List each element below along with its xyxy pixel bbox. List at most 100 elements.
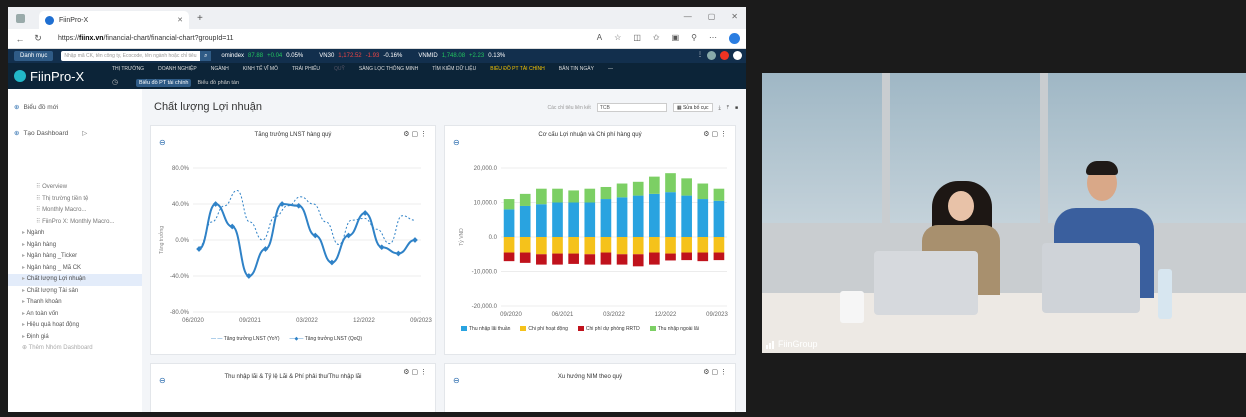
sidebar-item[interactable]: ⠿ FiinPro X: Monthly Macro... xyxy=(8,217,142,229)
card-settings-icon[interactable]: ⚙ ▢ ⋮ xyxy=(403,368,427,376)
sidebar-item[interactable]: ▸ Chất lượng Lợi nhuận xyxy=(8,274,142,286)
new-chart-button[interactable]: ⊕ Biểu đồ mới xyxy=(14,103,58,112)
favorite-star-icon[interactable]: ☆ xyxy=(614,33,621,44)
linked-indicators-label: Các chỉ tiêu liên kết xyxy=(547,104,591,111)
user-avatar[interactable] xyxy=(733,51,742,60)
menu-item[interactable]: BẢN TIN NGÀY xyxy=(559,66,594,72)
bar-segment xyxy=(713,188,725,201)
menu-item[interactable]: QUỸ xyxy=(334,66,345,72)
x-tick-label: 09/2021 xyxy=(239,318,261,324)
fiinpro-logo-icon xyxy=(14,70,26,82)
linked-ticker-input[interactable]: TCB xyxy=(596,103,667,112)
bar-segment xyxy=(632,254,644,267)
ticker-gap xyxy=(307,53,315,59)
edit-layout-button[interactable]: ▦ Sửa bố cục xyxy=(672,103,713,112)
menu-item[interactable]: TÌM KIẾM DỮ LIỆU xyxy=(432,66,476,72)
bar-segment xyxy=(697,199,709,237)
bar-segment xyxy=(536,204,547,237)
split-screen-icon[interactable]: ◫ xyxy=(633,33,641,44)
sidebar-item[interactable]: ▸ Định giá xyxy=(8,332,142,344)
clock-icon[interactable]: ◷ xyxy=(112,78,118,86)
back-icon[interactable]: ← xyxy=(14,34,26,44)
close-window-icon[interactable]: ✕ xyxy=(731,12,738,21)
submenu-tab[interactable]: Biểu đồ PT tài chính xyxy=(136,79,192,87)
download-icon[interactable]: ⤓ xyxy=(719,105,721,111)
expand-arrow-icon: ⊕ xyxy=(22,345,29,351)
sidebar-item[interactable]: ⠿ Monthly Macro... xyxy=(8,205,142,217)
new-tab-icon[interactable]: + xyxy=(197,13,203,24)
danh-muc-button[interactable]: Danh mục xyxy=(14,51,54,61)
chart-legend: Thu nhập lãi thuần Chi phí hoạt động Chi… xyxy=(461,326,731,332)
bar-segment xyxy=(568,253,579,264)
more-tools-icon[interactable]: ⋮ xyxy=(697,51,703,60)
sidebar-item[interactable]: ▸ Ngành xyxy=(8,228,142,240)
menu-item[interactable]: NGÀNH xyxy=(211,66,229,72)
sidebar-item-label: FiinPro X: Monthly Macro... xyxy=(42,218,115,225)
menu-item[interactable]: TRÁI PHIẾU xyxy=(292,66,320,72)
fiinpro-logo[interactable]: FiinPro-X xyxy=(14,69,112,84)
bar-segment xyxy=(600,186,612,200)
legend-item-qoq: —◆— Tăng trưởng LNST (QoQ) xyxy=(289,336,363,342)
bar-segment xyxy=(503,199,515,210)
stock-search-input[interactable]: Nhập mã CK, tên công ty, Ecocode, tên ng… xyxy=(61,51,212,61)
read-aloud-icon[interactable]: A xyxy=(597,33,602,44)
link-icon[interactable]: ⊖ xyxy=(159,376,166,385)
sidebar-item-label: Monthly Macro... xyxy=(42,207,87,213)
bar-segment xyxy=(584,254,596,265)
sidebar-item-label: Thêm Nhóm Dashboard xyxy=(28,345,93,351)
sidebar-item[interactable]: ▸ Thanh khoản xyxy=(8,297,142,309)
menu-item[interactable]: THỊ TRƯỜNG xyxy=(112,66,144,72)
bar-segment xyxy=(697,183,709,200)
submenu-tab[interactable]: Biểu đồ phân tán xyxy=(197,80,239,86)
menu-item[interactable]: DOANH NGHIỆP xyxy=(158,66,197,72)
x-tick-label: 03/2022 xyxy=(603,312,625,318)
card-settings-icon[interactable]: ⚙ ▢ ⋮ xyxy=(703,368,727,376)
close-tab-icon[interactable]: ✕ xyxy=(177,16,183,24)
sidebar-item[interactable]: ⠿ Thị trường tiền tệ xyxy=(8,194,142,206)
sidebar-item[interactable]: ▸ An toàn vốn xyxy=(8,309,142,321)
collections-icon[interactable]: ▣ xyxy=(672,33,680,44)
language-icon[interactable] xyxy=(707,51,716,60)
edge-copilot-icon[interactable] xyxy=(729,33,740,44)
x-tick-label: 09/2023 xyxy=(410,318,432,324)
upload-icon[interactable]: ⤒ xyxy=(727,105,729,111)
app-main-nav: FiinPro-X THỊ TRƯỜNG DOANH NGHIỆP NGÀNH KIN… xyxy=(8,63,746,89)
delete-icon[interactable]: ■ xyxy=(735,105,738,111)
ticker-change: +2.23 xyxy=(469,53,485,59)
menu-item[interactable]: BIỂU ĐỒ PT TÀI CHÍNH xyxy=(490,66,545,72)
sidebar-item[interactable]: ▸ Ngân hàng _Ticker xyxy=(8,251,142,263)
reload-icon[interactable]: ↻ xyxy=(32,33,44,44)
search-icon[interactable]: ⌕ xyxy=(200,51,212,61)
legend-item-nii: Thu nhập lãi thuần xyxy=(461,326,510,332)
mug xyxy=(840,291,864,323)
sidebar-item[interactable]: ⠿ Overview xyxy=(8,182,142,194)
add-circle-icon: ⊕ xyxy=(14,130,20,137)
new-dashboard-button[interactable]: ⊕ Tạo Dashboard ▷ xyxy=(14,129,87,138)
more-icon[interactable]: ⋯ xyxy=(709,33,717,44)
maximize-icon[interactable]: ▢ xyxy=(708,12,716,21)
favorites-icon[interactable]: ✩ xyxy=(653,33,660,44)
url-field[interactable]: https://fiinx.vn/financial-chart/financi… xyxy=(58,35,234,42)
browser-tab[interactable]: FiinPro-X ✕ xyxy=(39,11,189,29)
minimize-icon[interactable]: — xyxy=(684,12,692,21)
market-ticker-bar: Danh mục Nhập mã CK, tên công ty, Ecocod… xyxy=(8,49,746,63)
menu-item[interactable]: SÀNG LỌC THÔNG MINH xyxy=(359,66,418,72)
menu-more-icon[interactable]: — xyxy=(608,66,613,72)
chart-card-profit-structure: Cơ cấu Lợi nhuận và Chi phí hàng quý ⊖ ⚙… xyxy=(444,125,736,355)
profit-growth-chart: 80.0% 40.0% 0.0% -40.0% -80.0% 06/2020 09/2021… xyxy=(158,166,433,324)
sidebar-item[interactable]: ▸ Chất lượng Tài sản xyxy=(8,286,142,298)
bar-segment xyxy=(713,237,725,253)
menu-item[interactable]: KINH TẾ VĨ MÔ xyxy=(243,66,278,72)
bar-segment xyxy=(665,173,676,193)
x-tick-label: 09/2020 xyxy=(500,312,522,318)
sidebar-item[interactable]: ▸ Ngân hàng _ Mã CK xyxy=(8,263,142,275)
profile-icon[interactable] xyxy=(16,13,25,23)
extensions-icon[interactable]: ⚲ xyxy=(691,33,697,44)
sidebar-item[interactable]: ▸ Ngân hàng xyxy=(8,240,142,252)
notification-icon[interactable] xyxy=(720,51,729,60)
bar-segment xyxy=(552,253,563,265)
sidebar-item[interactable]: ⊕ Thêm Nhóm Dashboard xyxy=(8,343,142,355)
sidebar-item[interactable]: ▸ Hiệu quả hoạt động xyxy=(8,320,142,332)
link-icon[interactable]: ⊖ xyxy=(453,376,460,385)
bar-segment xyxy=(584,188,596,203)
